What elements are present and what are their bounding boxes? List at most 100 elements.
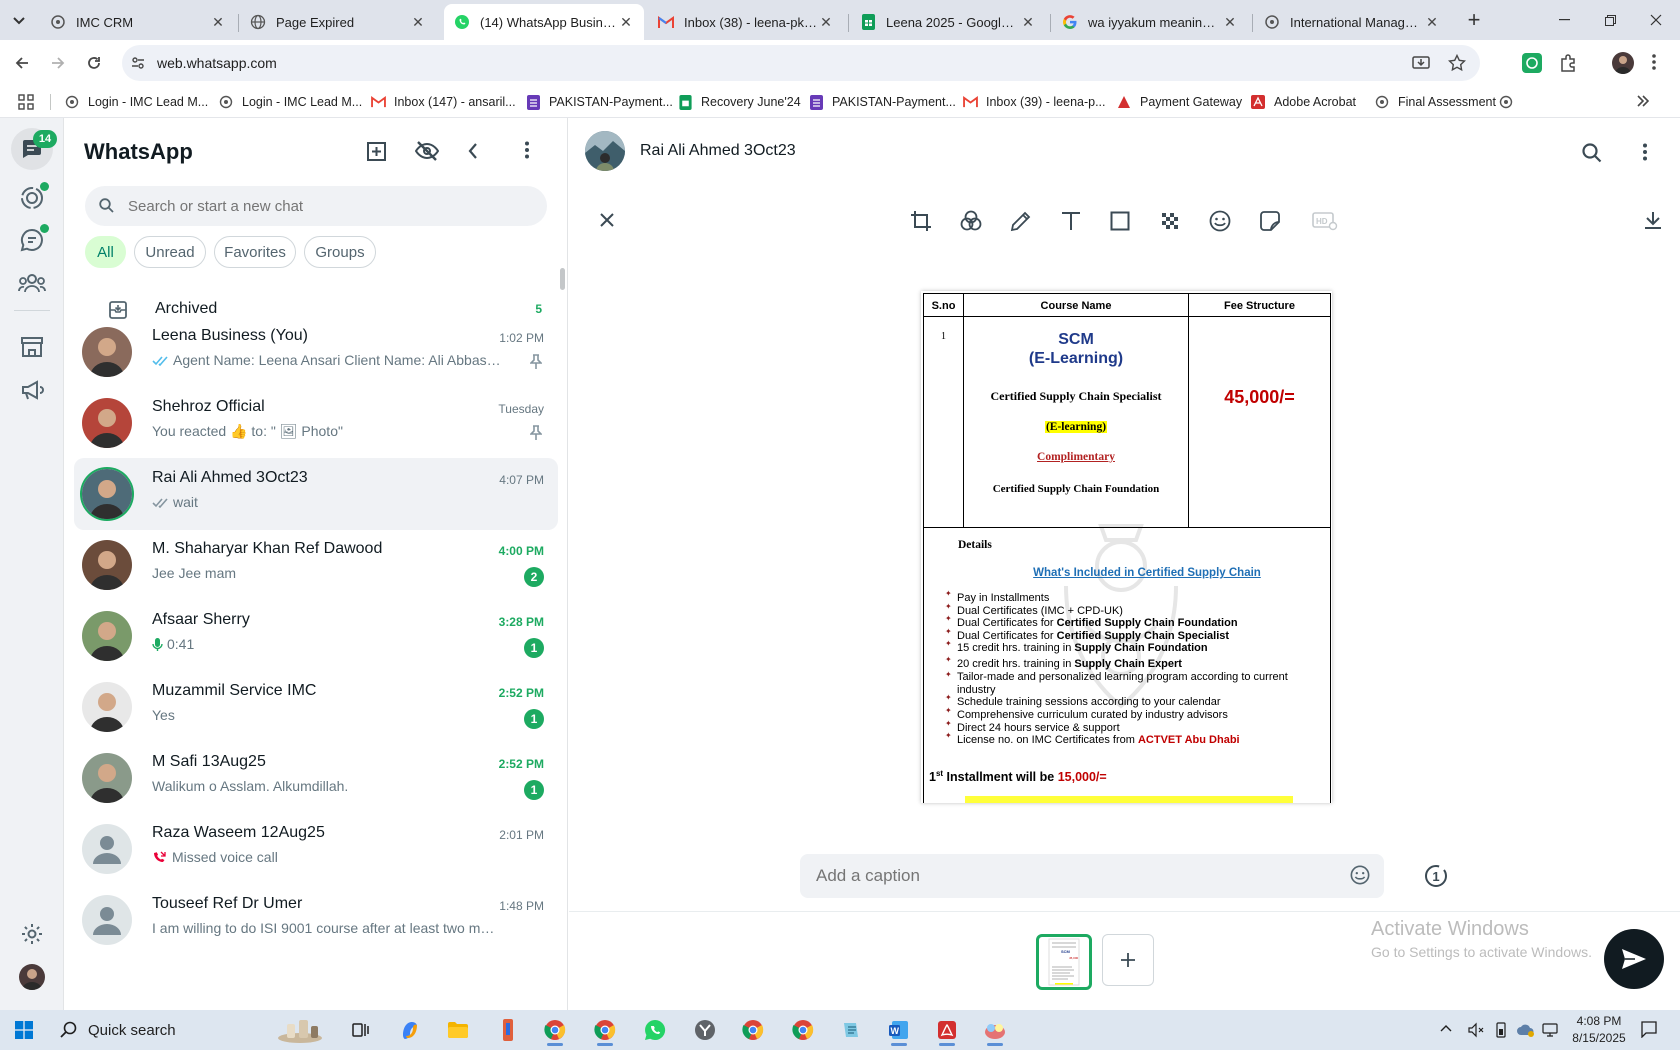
reload-button[interactable] xyxy=(82,51,106,75)
copilot-app[interactable] xyxy=(390,1014,430,1046)
send-button[interactable] xyxy=(1604,929,1664,989)
menu-button[interactable] xyxy=(525,141,529,159)
apps-grid-icon[interactable] xyxy=(18,94,34,110)
extension-whatsapp-icon[interactable] xyxy=(1522,53,1542,73)
download-button[interactable] xyxy=(1644,210,1662,230)
filter-unread[interactable]: Unread xyxy=(134,236,206,268)
new-chat-button[interactable] xyxy=(366,141,390,163)
avatar[interactable] xyxy=(82,327,132,377)
view-once-button[interactable]: 1 xyxy=(1424,864,1448,888)
caption-input[interactable] xyxy=(816,866,1316,886)
avatar[interactable] xyxy=(82,469,132,519)
profile-avatar[interactable] xyxy=(19,964,45,990)
search-input[interactable] xyxy=(128,196,528,216)
communities-nav-button[interactable] xyxy=(18,272,46,294)
avatar[interactable] xyxy=(82,540,132,590)
sticker-tool[interactable] xyxy=(1259,210,1281,232)
chat-row[interactable]: Shehroz Official Tuesday You reacted 👍 to:… xyxy=(74,387,558,459)
chrome-app[interactable] xyxy=(535,1014,575,1046)
chrome-app-3[interactable] xyxy=(733,1014,773,1046)
close-icon[interactable]: ✕ xyxy=(1424,14,1440,30)
browser-tab-active[interactable]: (14) WhatsApp Business ✕ xyxy=(444,4,644,40)
browser-menu-icon[interactable] xyxy=(1652,53,1656,71)
blur-tool[interactable] xyxy=(1160,211,1180,231)
bookmark-item[interactable]: Inbox (39) - leena-p... xyxy=(962,92,1106,112)
bookmark-overflow[interactable] xyxy=(1498,92,1522,112)
whatsapp-app[interactable] xyxy=(635,1014,675,1046)
forward-button[interactable] xyxy=(46,51,70,75)
avatar[interactable] xyxy=(82,611,132,661)
site-info-icon[interactable] xyxy=(130,55,146,71)
battery-icon[interactable] xyxy=(1494,1022,1508,1038)
browser-tab[interactable]: wa iyyakum meaning in u ✕ xyxy=(1052,4,1248,40)
settings-nav-button[interactable] xyxy=(21,923,43,945)
address-bar[interactable]: web.whatsapp.com xyxy=(122,45,1480,81)
browser-tab[interactable]: Leena 2025 - Google She ✕ xyxy=(850,4,1046,40)
pinned-app-a[interactable] xyxy=(488,1014,528,1046)
filter-tool[interactable] xyxy=(960,210,982,232)
chat-row[interactable]: M. Shaharyar Khan Ref Dawood 4:00 PM Jee J… xyxy=(74,529,558,601)
file-explorer-app[interactable] xyxy=(438,1014,478,1046)
contact-avatar[interactable] xyxy=(585,131,625,171)
avatar[interactable] xyxy=(82,824,132,874)
chrome-app-2[interactable] xyxy=(585,1014,625,1046)
search-box[interactable] xyxy=(85,186,547,226)
shape-tool[interactable] xyxy=(1110,211,1130,231)
avatar[interactable] xyxy=(82,753,132,803)
filter-groups[interactable]: Groups xyxy=(304,236,376,268)
chrome-app-4[interactable] xyxy=(783,1014,823,1046)
avatar[interactable] xyxy=(82,398,132,448)
volume-muted-icon[interactable] xyxy=(1468,1022,1484,1038)
chat-row[interactable]: M Safi 13Aug25 2:52 PM Walikum o Asslam. A… xyxy=(74,742,558,814)
chat-list-scrollbar[interactable] xyxy=(560,268,565,290)
close-editor-button[interactable] xyxy=(599,212,615,228)
bookmark-item[interactable]: Login - IMC Lead M... xyxy=(218,92,362,112)
close-icon[interactable]: ✕ xyxy=(210,14,226,30)
add-media-button[interactable] xyxy=(1102,934,1154,986)
avatar[interactable] xyxy=(82,682,132,732)
notifications-button[interactable] xyxy=(1640,1020,1658,1038)
ads-nav-button[interactable] xyxy=(20,380,44,400)
contact-name[interactable]: Rai Ali Ahmed 3Oct23 xyxy=(640,142,796,160)
hide-chats-button[interactable] xyxy=(415,140,439,162)
bookmark-item[interactable]: Final Assessment xyxy=(1374,92,1496,112)
acrobat-app[interactable] xyxy=(927,1014,967,1046)
word-app[interactable]: W xyxy=(879,1014,919,1046)
kebab-menu-icon[interactable] xyxy=(1643,143,1647,161)
tray-chevron[interactable] xyxy=(1440,1024,1452,1032)
emoji-icon[interactable] xyxy=(1350,865,1370,885)
close-icon[interactable]: ✕ xyxy=(818,14,834,30)
close-icon[interactable]: ✕ xyxy=(618,14,634,30)
bookmark-item[interactable]: Payment Gateway xyxy=(1116,92,1242,112)
minimize-button[interactable] xyxy=(1548,8,1580,32)
network-icon[interactable] xyxy=(1542,1022,1560,1038)
filter-favorites[interactable]: Favorites xyxy=(214,236,296,268)
bookmark-star-icon[interactable] xyxy=(1448,54,1466,72)
new-tab-button[interactable]: + xyxy=(1462,9,1486,32)
draw-tool[interactable] xyxy=(1010,210,1032,232)
clock-time[interactable]: 4:08 PM xyxy=(1568,1014,1630,1028)
bookmark-item[interactable]: PAKISTAN-Payment... xyxy=(808,92,956,112)
extensions-puzzle-icon[interactable] xyxy=(1558,53,1578,73)
bookmark-item[interactable]: Adobe Acrobat xyxy=(1250,92,1356,112)
chat-row[interactable]: Touseef Ref Dr Umer 1:48 PM I am willing t… xyxy=(74,884,558,956)
start-button[interactable] xyxy=(4,1014,44,1046)
bookmark-item[interactable]: Inbox (147) - ansaril... xyxy=(370,92,516,112)
chevron-right-double-icon[interactable] xyxy=(1636,95,1650,107)
close-window-button[interactable] xyxy=(1640,8,1672,32)
hd-quality-tool[interactable]: HD xyxy=(1312,211,1338,231)
pinned-app-c[interactable] xyxy=(975,1014,1015,1046)
chat-row[interactable]: Raza Waseem 12Aug25 2:01 PM Missed voice c… xyxy=(74,813,558,885)
collapse-button[interactable] xyxy=(468,143,478,159)
browser-tab[interactable]: International Manageme ✕ xyxy=(1254,4,1450,40)
install-app-icon[interactable] xyxy=(1412,54,1430,72)
bookmark-item[interactable]: PAKISTAN-Payment... xyxy=(525,92,673,112)
filter-all[interactable]: All xyxy=(85,236,126,268)
browser-tab[interactable]: IMC CRM ✕ xyxy=(40,4,236,40)
close-icon[interactable]: ✕ xyxy=(1222,14,1238,30)
back-button[interactable] xyxy=(10,51,34,75)
browser-tab[interactable]: Inbox (38) - leena-pk@im ✕ xyxy=(648,4,844,40)
notepad-app[interactable] xyxy=(831,1014,871,1046)
close-icon[interactable]: ✕ xyxy=(1020,14,1036,30)
taskbar-search[interactable]: Quick search xyxy=(50,1014,340,1046)
